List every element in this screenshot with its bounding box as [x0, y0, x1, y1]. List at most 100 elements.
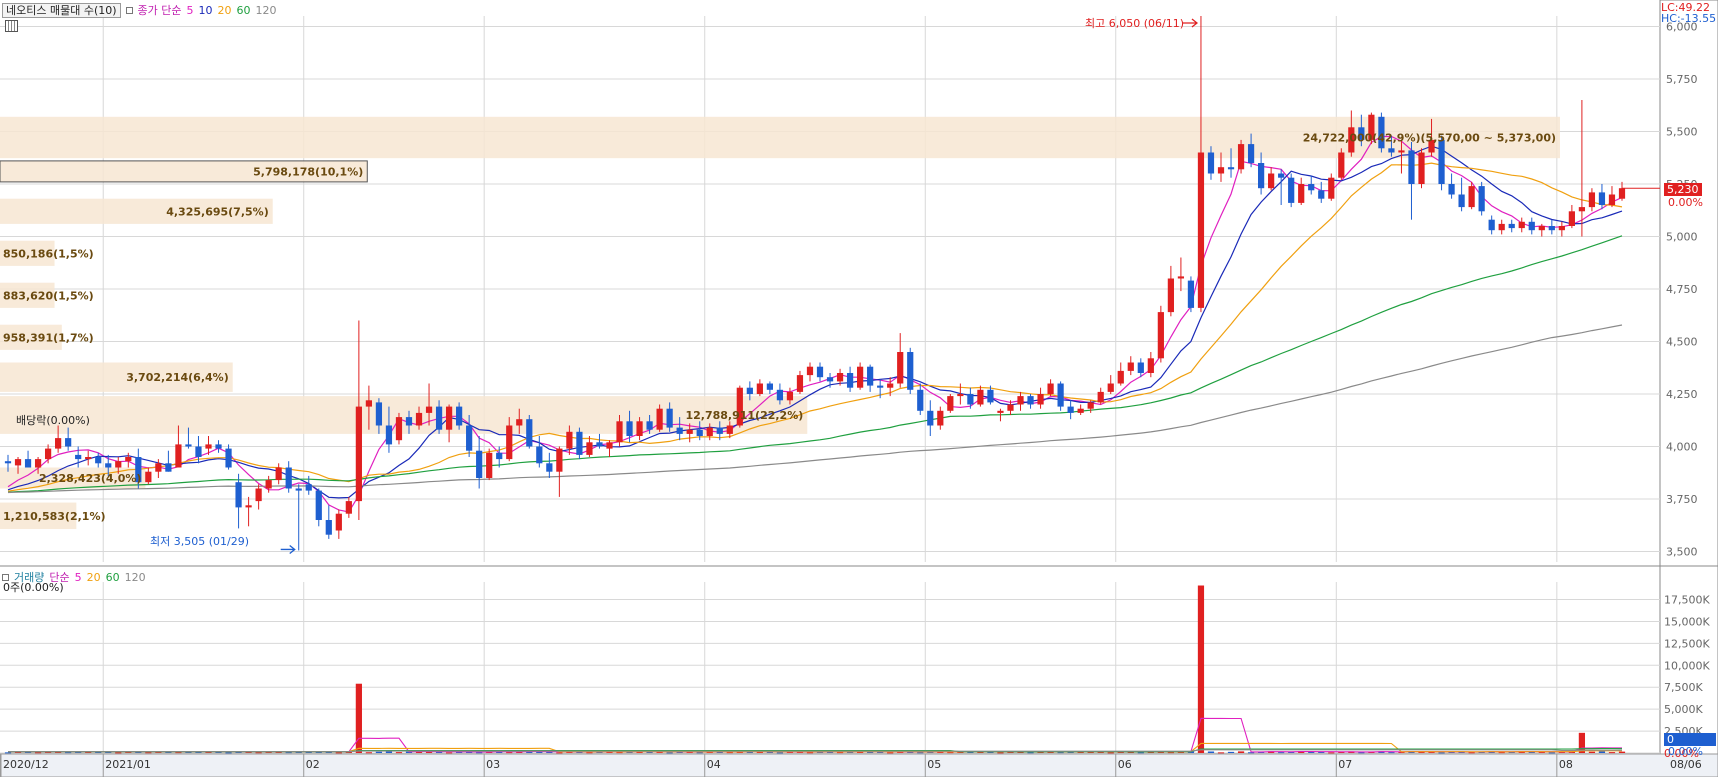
- candle-body: [365, 400, 373, 407]
- volume-profile-label: 24,722,000(42,9%)(5,570,00 ~ 5,373,00): [1303, 131, 1556, 144]
- candle-body: [1137, 362, 1144, 373]
- volume-bar: [115, 752, 122, 754]
- candle-body: [325, 520, 332, 535]
- candle-body: [1518, 221, 1525, 229]
- ma-legend-label: 종가 단순: [137, 4, 182, 17]
- low-price-note: 최저 3,505 (01/29): [150, 535, 250, 548]
- stock-chart[interactable]: 3,5003,7504,0004,2504,5004,7505,0005,250…: [0, 0, 1718, 777]
- volume-bar: [225, 752, 232, 754]
- candle-body: [636, 421, 643, 436]
- candle-body: [1468, 186, 1475, 208]
- candle-body: [415, 412, 423, 426]
- price-tick-label: 4,500: [1666, 336, 1698, 349]
- price-panel[interactable]: 3,5003,7504,0004,2504,5004,7505,0005,250…: [0, 0, 1718, 777]
- vma5-legend: 5: [74, 570, 82, 584]
- candle-body: [24, 459, 32, 468]
- candle-body: [1268, 173, 1275, 189]
- candle-body: [1237, 144, 1245, 170]
- volume-readout: 0주(0.00%): [3, 581, 64, 594]
- candle-body: [576, 431, 583, 455]
- volume-bar: [666, 752, 673, 754]
- volume-bar: [445, 752, 453, 754]
- price-tick-label: 5,000: [1666, 231, 1698, 244]
- candle-body: [1047, 383, 1054, 394]
- candle-body: [1478, 186, 1485, 212]
- candle-body: [1087, 402, 1094, 409]
- candle-body: [1207, 152, 1215, 174]
- legend-marker-icon: [125, 6, 133, 14]
- candle-body: [285, 467, 292, 489]
- candle-body: [927, 410, 934, 426]
- candle-body: [1127, 362, 1134, 371]
- volume-profile-label: 1,210,583(2,1%): [3, 510, 106, 523]
- stock-title[interactable]: 네오티스 매물대 수(10): [2, 2, 121, 18]
- candle-body: [105, 463, 112, 468]
- volume-profile-label: 3,702,214(6,4%): [126, 371, 229, 384]
- volume-tick-label: 12,500K: [1664, 637, 1710, 650]
- candle-body: [1027, 396, 1034, 405]
- candle-body: [405, 417, 413, 426]
- date-tick-label: 08: [1559, 758, 1573, 771]
- candle-body: [806, 366, 814, 376]
- volume-bar: [1207, 751, 1215, 753]
- volume-bar: [1237, 751, 1245, 753]
- candle-body: [1217, 167, 1225, 174]
- candle-body: [1458, 194, 1465, 208]
- candle-body: [887, 383, 894, 388]
- candle-body: [1298, 184, 1305, 203]
- volume-bar: [1328, 752, 1335, 754]
- candle-body: [1247, 144, 1255, 163]
- candle-body: [335, 513, 342, 531]
- candle-body: [716, 427, 723, 434]
- volume-bar: [1548, 752, 1555, 754]
- hc-readout: HC:-13.55: [1661, 12, 1717, 25]
- grid-settings-icon[interactable]: [5, 20, 18, 32]
- candle-body: [345, 501, 352, 514]
- candle-body: [1338, 152, 1345, 178]
- volume-profile-label: 958,391(1,7%): [3, 331, 94, 344]
- high-price-note: 최고 6,050 (06/11): [1085, 17, 1185, 30]
- candle-body: [165, 463, 172, 472]
- volume-bar: [1197, 585, 1205, 753]
- vma20-legend: 20: [86, 570, 101, 584]
- candle-body: [536, 446, 543, 464]
- candle-body: [1578, 207, 1586, 212]
- candle-body: [586, 442, 593, 455]
- candle-body: [1097, 391, 1104, 403]
- date-tick-label: 05: [927, 758, 941, 771]
- candle-body: [75, 454, 82, 460]
- ma10-legend: 10: [198, 3, 213, 17]
- candle-body: [1257, 163, 1265, 189]
- candle-body: [385, 425, 393, 445]
- candle-body: [566, 431, 573, 449]
- candle-body: [85, 457, 92, 460]
- candle-body: [115, 461, 122, 468]
- candle-body: [305, 484, 312, 491]
- candle-body: [295, 488, 302, 491]
- candle-body: [917, 389, 924, 411]
- candle-body: [947, 396, 954, 411]
- candle-body: [746, 387, 753, 394]
- candle-body: [375, 402, 383, 426]
- date-tick-label: 04: [707, 758, 721, 771]
- candle-body: [65, 438, 72, 447]
- candle-body: [1618, 188, 1626, 199]
- candle-body: [1548, 226, 1555, 231]
- candle-body: [1528, 221, 1535, 231]
- candle-body: [1318, 190, 1325, 199]
- volume-tick-label: 15,000K: [1664, 615, 1710, 628]
- date-tick-label: 2021/01: [105, 758, 151, 771]
- price-tick-label: 3,500: [1666, 546, 1698, 559]
- candle-body: [1017, 396, 1024, 405]
- date-tick-label: 02: [306, 758, 320, 771]
- ma20-legend: 20: [217, 3, 232, 17]
- candle-body: [215, 444, 222, 449]
- candle-body: [1448, 184, 1455, 195]
- volume-bar: [776, 752, 784, 754]
- vma60-legend: 60: [105, 570, 120, 584]
- candle-body: [796, 375, 804, 392]
- candle-body: [1608, 194, 1616, 205]
- candle-body: [245, 505, 252, 508]
- candle-body: [195, 446, 202, 457]
- candle-body: [1147, 358, 1154, 373]
